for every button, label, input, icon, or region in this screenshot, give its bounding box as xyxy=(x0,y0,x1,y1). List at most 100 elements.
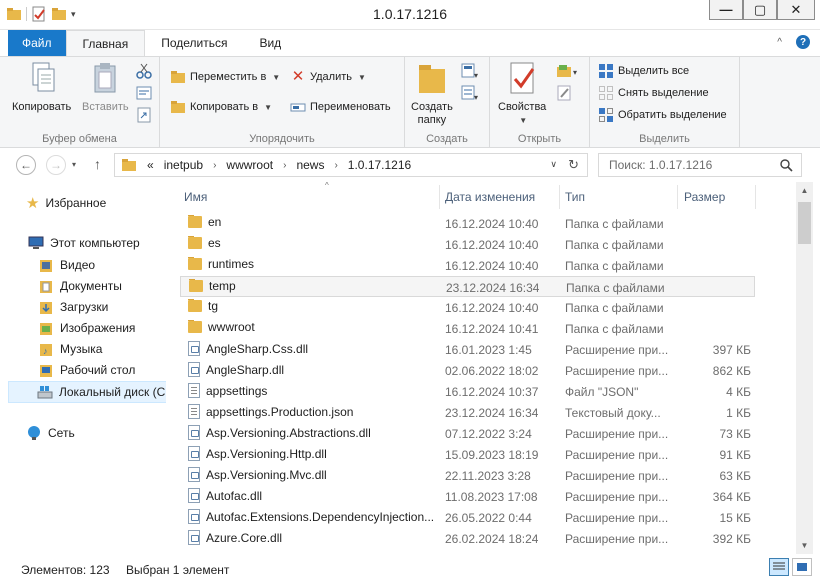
select-none-button[interactable]: Снять выделение xyxy=(598,85,709,101)
table-row[interactable]: Asp.Versioning.Abstractions.dll 07.12.202… xyxy=(180,423,755,444)
nav-this-pc[interactable]: Этот компьютер xyxy=(28,236,140,250)
nav-music[interactable]: ♪ Музыка xyxy=(38,341,102,357)
nav-desktop[interactable]: Рабочий стол xyxy=(38,362,135,378)
address-dropdown-icon[interactable]: ∨ xyxy=(550,159,557,170)
nav-videos[interactable]: Видео xyxy=(38,257,95,273)
breadcrumb-news[interactable]: news xyxy=(296,158,324,172)
nav-network[interactable]: Сеть xyxy=(26,425,75,441)
table-row[interactable]: AngleSharp.Css.dll 16.01.2023 1:45 Расшире… xyxy=(180,339,755,360)
column-header-name[interactable]: Имя xyxy=(178,185,440,209)
details-view-button[interactable] xyxy=(769,558,789,576)
column-header-type[interactable]: Тип xyxy=(560,185,678,209)
breadcrumb-wwwroot[interactable]: wwwroot xyxy=(226,158,273,172)
table-row[interactable]: Azure.Core.dll 26.02.2024 18:24 Расширение… xyxy=(180,528,755,549)
breadcrumb-separator-icon[interactable]: › xyxy=(334,160,337,171)
ribbon-collapse-icon[interactable]: ^ xyxy=(777,37,782,48)
move-to-button[interactable]: Переместить в ▼ xyxy=(170,69,280,85)
file-date: 22.11.2023 3:28 xyxy=(445,469,531,483)
nav-downloads[interactable]: Загрузки xyxy=(38,299,108,315)
new-item-icon[interactable]: ▾ xyxy=(461,63,479,79)
tab-view[interactable]: Вид xyxy=(243,30,297,56)
computer-icon xyxy=(28,236,44,249)
help-icon[interactable]: ? xyxy=(796,35,810,49)
copy-path-icon[interactable] xyxy=(136,85,152,101)
dll-file-icon xyxy=(188,425,200,440)
scroll-thumb[interactable] xyxy=(798,202,811,244)
properties-button[interactable]: Свойства ▼ xyxy=(498,61,546,127)
refresh-icon[interactable]: ↻ xyxy=(568,157,579,173)
recent-locations-icon[interactable]: ▾ xyxy=(72,160,76,169)
table-row[interactable]: Autofac.dll 11.08.2023 17:08 Расширение пр… xyxy=(180,486,755,507)
invert-selection-button[interactable]: Обратить выделение xyxy=(598,107,727,123)
table-row[interactable]: temp 23.12.2024 16:34 Папка с файлами xyxy=(180,276,755,297)
paste-shortcut-icon[interactable] xyxy=(136,107,152,123)
nav-local-disk[interactable]: Локальный диск (C xyxy=(8,381,166,403)
file-name-cell: Asp.Versioning.Http.dll xyxy=(188,446,438,461)
forward-button[interactable]: → xyxy=(46,155,66,175)
file-name-cell: AngleSharp.Css.dll xyxy=(188,341,438,356)
file-name: AngleSharp.dll xyxy=(206,362,285,377)
tab-home[interactable]: Главная xyxy=(65,30,146,56)
file-type: Расширение при... xyxy=(565,511,669,525)
scroll-up-icon[interactable]: ▲ xyxy=(796,182,813,199)
table-row[interactable]: es 16.12.2024 10:40 Папка с файлами xyxy=(180,234,755,255)
vertical-scrollbar[interactable]: ▲ ▼ xyxy=(796,182,813,554)
nav-documents[interactable]: Документы xyxy=(38,278,122,294)
tab-file[interactable]: Файл xyxy=(8,30,66,56)
table-row[interactable]: appsettings 16.12.2024 10:37 Файл "JSON" 4 … xyxy=(180,381,755,402)
nav-pictures[interactable]: Изображения xyxy=(38,320,135,336)
new-folder-button[interactable]: Создать папку xyxy=(411,61,453,127)
breadcrumb-separator-icon[interactable]: › xyxy=(213,160,216,171)
table-row[interactable]: Asp.Versioning.Mvc.dll 22.11.2023 3:28 Рас… xyxy=(180,465,755,486)
delete-button[interactable]: ✕ Удалить ▼ xyxy=(290,69,366,85)
table-row[interactable]: appsettings.Production.json 23.12.2024 16… xyxy=(180,402,755,423)
open-icon[interactable]: ▾ xyxy=(556,63,580,79)
search-input[interactable]: Поиск: 1.0.17.1216 xyxy=(598,153,802,177)
table-row[interactable]: AngleSharp.dll 02.06.2022 18:02 Расширение… xyxy=(180,360,755,381)
file-name: es xyxy=(208,236,221,250)
paste-button[interactable]: Вставить xyxy=(82,61,129,114)
column-header-date[interactable]: Дата изменения xyxy=(440,185,560,209)
address-bar[interactable]: « inetpub › wwwroot › news › 1.0.17.1216… xyxy=(114,153,588,177)
cut-icon[interactable] xyxy=(136,63,152,79)
column-header-size[interactable]: Размер xyxy=(678,185,756,209)
clipboard-group: Копировать Вставить Буфер обмена xyxy=(0,57,160,149)
maximize-button[interactable]: ▢ xyxy=(743,0,777,20)
svg-text:▾: ▾ xyxy=(474,93,478,101)
downloads-folder-icon xyxy=(40,302,52,314)
file-name: tg xyxy=(208,299,219,313)
file-type: Расширение при... xyxy=(565,532,669,546)
table-row[interactable]: wwwroot 16.12.2024 10:41 Папка с файлами xyxy=(180,318,755,339)
rename-button[interactable]: Переименовать xyxy=(290,99,391,115)
breadcrumb-current[interactable]: 1.0.17.1216 xyxy=(348,158,411,172)
file-date: 16.12.2024 10:40 xyxy=(445,259,539,273)
minimize-button[interactable]: — xyxy=(709,0,743,20)
table-row[interactable]: en 16.12.2024 10:40 Папка с файлами xyxy=(180,213,755,234)
table-row[interactable]: runtimes 16.12.2024 10:40 Папка с файлами xyxy=(180,255,755,276)
edit-icon[interactable] xyxy=(556,85,572,101)
scroll-down-icon[interactable]: ▼ xyxy=(796,537,813,554)
table-row[interactable]: Asp.Versioning.Http.dll 15.09.2023 18:19 Р… xyxy=(180,444,755,465)
details-view-icon xyxy=(773,562,785,570)
desktop-folder-icon xyxy=(40,365,52,377)
table-row[interactable]: tg 16.12.2024 10:40 Папка с файлами xyxy=(180,297,755,318)
nav-favorites[interactable]: ★ Избранное xyxy=(26,194,106,212)
copy-button[interactable]: Копировать xyxy=(12,61,71,114)
up-button[interactable]: ↑ xyxy=(94,156,101,172)
select-all-icon xyxy=(599,64,613,78)
tab-share[interactable]: Поделиться xyxy=(145,30,243,56)
table-row[interactable]: Autofac.Extensions.DependencyInjection..… xyxy=(180,507,755,528)
file-date: 16.01.2023 1:45 xyxy=(445,343,532,357)
back-button[interactable]: ← xyxy=(16,155,36,175)
breadcrumb-separator-icon[interactable]: › xyxy=(283,160,286,171)
select-group: Выделить все Снять выделение Обратить вы… xyxy=(590,57,740,149)
copy-to-button[interactable]: Копировать в ▼ xyxy=(170,99,272,115)
easy-access-icon[interactable]: ▾ xyxy=(461,85,479,101)
large-icons-view-button[interactable] xyxy=(792,558,812,576)
select-all-button[interactable]: Выделить все xyxy=(598,63,689,79)
file-name-cell: appsettings.Production.json xyxy=(188,404,438,419)
file-size: 392 КБ xyxy=(712,532,751,546)
breadcrumb-inetpub[interactable]: inetpub xyxy=(164,158,203,172)
file-size: 1 КБ xyxy=(726,406,751,420)
close-button[interactable]: ✕ xyxy=(777,0,815,20)
